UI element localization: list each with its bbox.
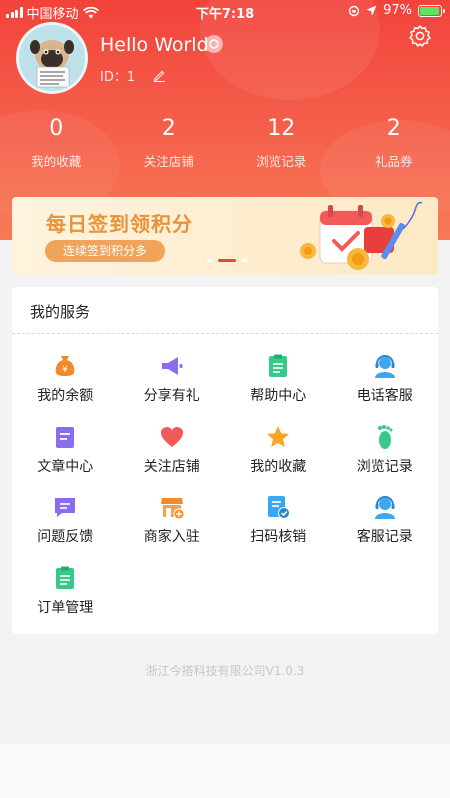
footprint-icon bbox=[377, 424, 393, 449]
stat-label: 礼品券 bbox=[374, 154, 413, 169]
stat-label: 我的收藏 bbox=[31, 154, 82, 169]
services-card: 我的服务 ¥ 我的余额 分享有礼 帮助中心 电话客服 文章中心 关注店铺 我的收… bbox=[12, 287, 438, 634]
stat-favorites[interactable]: 0 我的收藏 bbox=[0, 116, 113, 170]
stat-history[interactable]: 12 浏览记录 bbox=[225, 116, 338, 170]
footer-company-version: 浙江今搭科技有限公司V1.0.3 bbox=[145, 664, 305, 678]
star-icon bbox=[267, 425, 290, 447]
service-label: 浏览记录 bbox=[356, 458, 413, 475]
stat-number: 0 bbox=[49, 116, 64, 141]
status-bar: 中国移动 下午7:18 97% bbox=[0, 0, 450, 22]
pagination-dot-active[interactable] bbox=[218, 259, 236, 262]
rotation-lock-icon bbox=[348, 5, 360, 16]
service-merchant-join[interactable]: 商家入驻 bbox=[119, 490, 226, 561]
user-id: ID：1 bbox=[100, 70, 136, 85]
stat-followed-shops[interactable]: 2 关注店铺 bbox=[113, 116, 226, 170]
shop-icon bbox=[160, 498, 185, 520]
service-orders[interactable]: 订单管理 bbox=[12, 561, 119, 632]
scan-check-icon bbox=[268, 496, 291, 519]
pagination-dot[interactable] bbox=[242, 259, 247, 262]
service-label: 我的余额 bbox=[37, 388, 94, 404]
stat-number: 2 bbox=[161, 116, 176, 141]
pagination-dot[interactable] bbox=[207, 259, 212, 262]
checkin-banner[interactable]: 每日签到领积分 连续签到积分多 bbox=[12, 197, 438, 275]
avatar[interactable] bbox=[16, 22, 88, 94]
service-support-records[interactable]: 客服记录 bbox=[332, 490, 439, 561]
service-favorites[interactable]: 我的收藏 bbox=[225, 420, 332, 491]
bottom-area bbox=[0, 744, 450, 798]
svg-text:¥: ¥ bbox=[62, 365, 68, 375]
money-bag-icon: ¥ bbox=[55, 356, 75, 376]
service-balance[interactable]: ¥ 我的余额 bbox=[12, 349, 119, 420]
service-label: 文章中心 bbox=[37, 458, 94, 475]
edit-icon[interactable] bbox=[153, 69, 166, 82]
calendar-coins-illustration bbox=[300, 201, 423, 270]
banner-subtitle: 连续签到积分多 bbox=[45, 240, 165, 262]
services-grid: ¥ 我的余额 分享有礼 帮助中心 电话客服 文章中心 关注店铺 我的收藏 浏览记… bbox=[12, 349, 438, 631]
service-label: 关注店铺 bbox=[143, 458, 200, 475]
order-list-icon bbox=[56, 566, 75, 589]
stat-gift-coupons[interactable]: 2 礼品券 bbox=[338, 116, 450, 170]
service-share[interactable]: 分享有礼 bbox=[119, 349, 226, 420]
stat-number: 12 bbox=[267, 116, 296, 141]
service-history[interactable]: 浏览记录 bbox=[332, 420, 439, 491]
service-label: 我的收藏 bbox=[250, 458, 307, 475]
user-name: Hello World bbox=[100, 34, 209, 56]
banner-title: 每日签到领积分 bbox=[46, 212, 193, 236]
service-label: 订单管理 bbox=[37, 599, 94, 616]
service-label: 帮助中心 bbox=[250, 388, 307, 404]
megaphone-icon bbox=[161, 357, 183, 375]
service-help[interactable]: 帮助中心 bbox=[225, 349, 332, 420]
services-title: 我的服务 bbox=[30, 303, 91, 321]
verified-badge-icon bbox=[205, 35, 223, 53]
service-feedback[interactable]: 问题反馈 bbox=[12, 490, 119, 561]
stats-row: 0 我的收藏 2 关注店铺 12 浏览记录 2 礼品券 bbox=[0, 116, 450, 170]
clipboard-icon bbox=[269, 354, 288, 377]
service-agent-icon bbox=[374, 496, 395, 519]
divider bbox=[12, 333, 438, 334]
service-label: 商家入驻 bbox=[143, 529, 200, 545]
service-articles[interactable]: 文章中心 bbox=[12, 420, 119, 491]
location-icon bbox=[366, 5, 377, 16]
service-label: 扫码核销 bbox=[250, 529, 307, 545]
headset-icon bbox=[374, 355, 395, 378]
stat-label: 关注店铺 bbox=[143, 154, 194, 169]
settings-gear-icon[interactable] bbox=[408, 24, 432, 48]
heart-icon bbox=[160, 426, 183, 447]
service-label: 问题反馈 bbox=[37, 529, 94, 545]
service-scan-verify[interactable]: 扫码核销 bbox=[225, 490, 332, 561]
battery-percent: 97% bbox=[383, 3, 412, 18]
stat-number: 2 bbox=[386, 116, 401, 141]
chat-bubble-icon bbox=[55, 498, 76, 517]
banner-pagination bbox=[207, 259, 247, 262]
document-icon bbox=[56, 426, 75, 448]
service-label: 电话客服 bbox=[356, 388, 413, 404]
stat-label: 浏览记录 bbox=[256, 154, 307, 169]
battery-icon bbox=[418, 4, 445, 17]
service-phone-support[interactable]: 电话客服 bbox=[332, 349, 439, 420]
service-label: 分享有礼 bbox=[143, 388, 200, 404]
pug-avatar-image bbox=[19, 25, 85, 91]
service-label: 客服记录 bbox=[356, 529, 413, 545]
service-followed-shops[interactable]: 关注店铺 bbox=[119, 420, 226, 491]
